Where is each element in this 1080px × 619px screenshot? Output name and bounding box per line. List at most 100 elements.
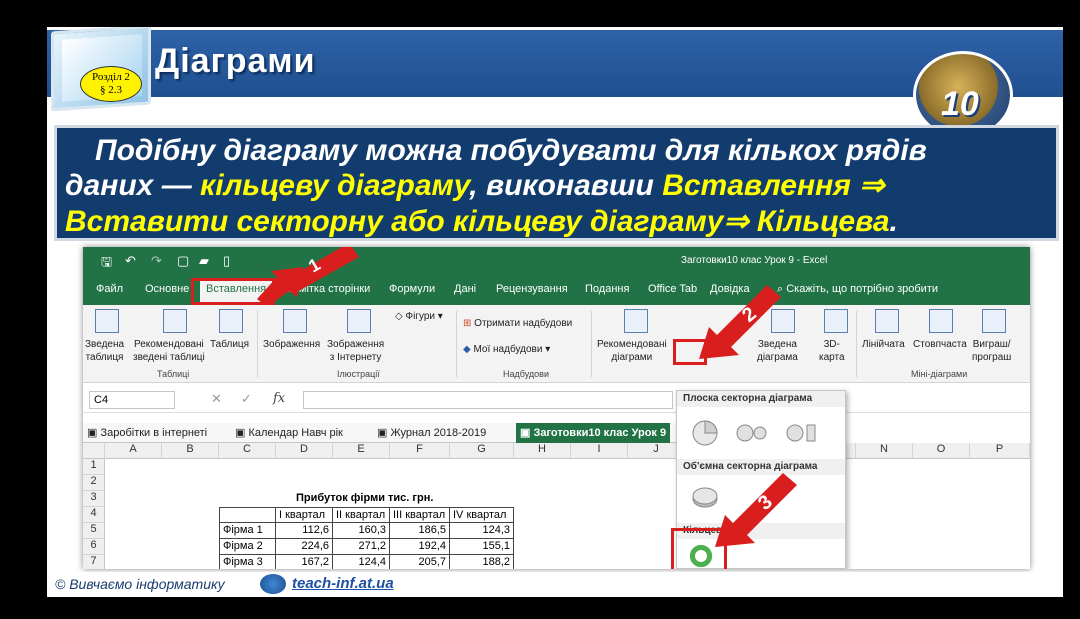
table-cell[interactable] — [219, 507, 276, 523]
column-header[interactable]: F — [390, 443, 450, 459]
table-header[interactable]: II квартал — [333, 507, 390, 523]
sparkline-column-button[interactable]: Стовпчаста — [913, 338, 967, 351]
tab-home[interactable]: Основне — [145, 283, 189, 295]
table-cell[interactable]: 124,4 — [333, 555, 390, 569]
online-image-icon — [347, 309, 371, 333]
window-title: Заготовки10 клас Урок 9 - Excel — [681, 255, 828, 266]
open-icon[interactable]: ▰ — [199, 253, 209, 269]
workbook-tab[interactable]: ▣ Журнал 2018-2019 — [377, 426, 486, 439]
table-cell[interactable]: 160,3 — [333, 523, 390, 539]
pivot-table-button[interactable]: Зведена таблиця — [85, 338, 124, 364]
table-cell[interactable]: 186,5 — [390, 523, 450, 539]
shapes-icon: ◇ — [395, 311, 406, 322]
table-cell[interactable]: 224,6 — [276, 539, 333, 555]
cancel-icon[interactable]: ✕ — [211, 391, 222, 407]
fx-icon[interactable]: fx — [273, 391, 285, 406]
formula-input[interactable] — [303, 391, 673, 409]
table-header[interactable]: III квартал — [390, 507, 450, 523]
table-header[interactable]: IV квартал — [450, 507, 514, 523]
tab-file[interactable]: Файл — [96, 283, 123, 295]
name-box[interactable]: C4 — [89, 391, 175, 409]
table-cell[interactable]: 124,3 — [450, 523, 514, 539]
table-cell[interactable]: 192,4 — [390, 539, 450, 555]
pie-of-pie-icon[interactable] — [735, 419, 769, 447]
recommended-charts-icon — [624, 309, 648, 333]
group-illustrations-label: Ілюстрації — [337, 369, 380, 379]
column-header[interactable]: H — [514, 443, 571, 459]
image-button[interactable]: Зображення — [263, 338, 320, 351]
table-cell[interactable]: 188,2 — [450, 555, 514, 569]
row-header[interactable]: 1 — [83, 459, 105, 475]
row-header[interactable]: 3 — [83, 491, 105, 507]
column-header[interactable]: I — [571, 443, 628, 459]
column-header[interactable]: P — [970, 443, 1030, 459]
undo-icon[interactable]: ↶ — [125, 253, 136, 269]
save-icon[interactable]: 🖫 — [101, 253, 112, 275]
workbook-tab[interactable]: ▣ Календар Навч рік — [235, 426, 343, 439]
table-title[interactable]: Прибуток фірми тис. грн. — [293, 491, 493, 507]
get-addins-button[interactable]: ⊞ Отримати надбудови — [463, 317, 572, 330]
text-line-1: Подібну діаграму можна побудувати для кі… — [95, 134, 927, 167]
column-header[interactable]: G — [450, 443, 514, 459]
sparkline-winloss-icon — [982, 309, 1006, 333]
map-3d-button[interactable]: 3D- карта — [819, 338, 845, 364]
tab-office-tab[interactable]: Office Tab — [648, 283, 697, 295]
row-header[interactable]: 6 — [83, 539, 105, 555]
quick-access-toolbar: 🖫 ↶ ↷ ▢ ▰ ▯ Заготовки10 клас Урок 9 - Ex… — [83, 247, 1030, 277]
redo-icon[interactable]: ↷ — [151, 253, 162, 269]
table-row-label[interactable]: Фірма 3 — [219, 555, 276, 569]
step-2-arrow: 2 — [699, 285, 781, 359]
column-header[interactable]: C — [219, 443, 276, 459]
table-cell[interactable]: 155,1 — [450, 539, 514, 555]
column-header[interactable]: E — [333, 443, 390, 459]
enter-icon[interactable]: ✓ — [241, 391, 252, 407]
column-header[interactable]: B — [162, 443, 219, 459]
tab-data[interactable]: Дані — [454, 283, 476, 295]
ribbon: Зведена таблиця Рекомендовані зведені та… — [83, 305, 1030, 383]
group-sparklines-label: Міні-діаграми — [911, 369, 968, 379]
table-button[interactable]: Таблиця — [210, 338, 249, 351]
pie-chart-icon[interactable] — [691, 419, 719, 447]
recommended-pivot-icon — [163, 309, 187, 333]
new-file-icon[interactable]: ▯ — [223, 253, 230, 269]
workbook-tab[interactable]: ▣ Заробітки в інтернеті — [87, 426, 207, 439]
tab-view[interactable]: Подання — [585, 283, 629, 295]
slide: Діаграми Розділ 2 § 2.3 10 Подібну діагр… — [47, 27, 1063, 597]
table-cell[interactable]: 112,6 — [276, 523, 333, 539]
column-header[interactable]: N — [856, 443, 913, 459]
column-header[interactable]: D — [276, 443, 333, 459]
column-header[interactable]: O — [913, 443, 970, 459]
online-image-button[interactable]: Зображення з Інтернету — [327, 338, 384, 364]
row-header[interactable]: 7 — [83, 555, 105, 569]
table-cell[interactable]: 271,2 — [333, 539, 390, 555]
formula-bar: C4 ✕ ✓ fx — [83, 387, 1030, 413]
sparkline-winloss-button[interactable]: Виграш/ програш — [972, 338, 1011, 364]
bar-of-pie-icon[interactable] — [785, 419, 819, 447]
map-3d-icon — [824, 309, 848, 333]
recommended-pivot-button[interactable]: Рекомендовані зведені таблиці — [133, 338, 205, 364]
workbook-tab-active[interactable]: ▣ Заготовки10 клас Урок 9 — [516, 423, 671, 443]
table-cell[interactable]: 167,2 — [276, 555, 333, 569]
text-line-3: Вставити секторну або кільцеву діаграму⇒… — [65, 205, 898, 238]
tab-review[interactable]: Рецензування — [496, 283, 568, 295]
print-preview-icon[interactable]: ▢ — [177, 253, 189, 269]
explanation-box: Подібну діаграму можна побудувати для кі… — [54, 125, 1059, 241]
sparkline-column-icon — [929, 309, 953, 333]
row-header[interactable]: 5 — [83, 523, 105, 539]
sparkline-line-button[interactable]: Лінійчата — [862, 338, 905, 351]
section-label: Розділ 2 — [92, 71, 130, 83]
row-header[interactable]: 2 — [83, 475, 105, 491]
shapes-button[interactable]: ◇ Фігури ▾ — [395, 310, 443, 323]
tab-formulas[interactable]: Формули — [389, 283, 435, 295]
table-row-label[interactable]: Фірма 2 — [219, 539, 276, 555]
table-cell[interactable]: 205,7 — [390, 555, 450, 569]
table-header[interactable]: I квартал — [276, 507, 333, 523]
recommended-charts-button[interactable]: Рекомендовані діаграми — [597, 338, 667, 364]
column-header[interactable]: A — [105, 443, 162, 459]
my-addins-button[interactable]: ◆ Мої надбудови ▾ — [463, 343, 550, 356]
footer: © Вивчаємо інформатику teach-inf.at.ua — [47, 572, 1063, 597]
addins-icon: ◆ — [463, 344, 474, 355]
row-header[interactable]: 4 — [83, 507, 105, 523]
table-row-label[interactable]: Фірма 1 — [219, 523, 276, 539]
site-link[interactable]: teach-inf.at.ua — [292, 575, 394, 592]
